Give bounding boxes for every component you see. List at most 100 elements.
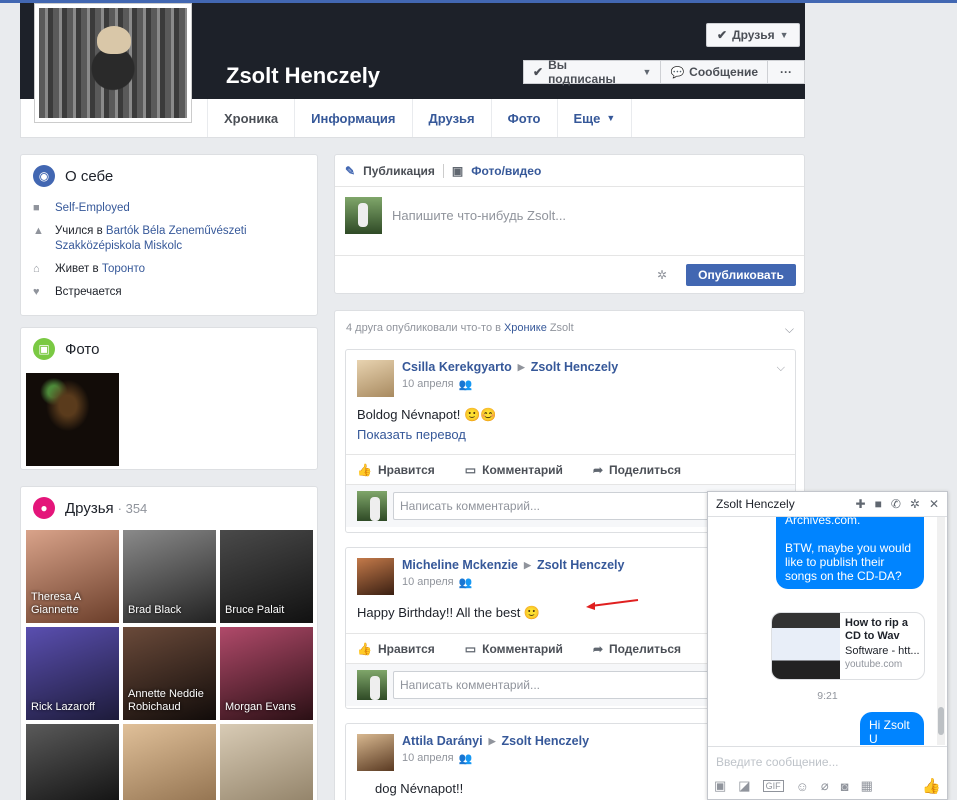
like-button[interactable]: 👍 Нравится — [357, 642, 435, 656]
gif-icon[interactable]: GIF — [762, 780, 784, 792]
post-target[interactable]: Zsolt Henczely — [531, 360, 619, 374]
friend-tile[interactable] — [220, 724, 313, 800]
profile-picture[interactable] — [34, 3, 192, 123]
friends-audience-icon: 👥 — [458, 753, 473, 765]
about-location: ⌂ Живет в Торонто — [33, 262, 305, 277]
share-button[interactable]: ➦ Поделиться — [593, 463, 681, 477]
composer-input[interactable]: Напишите что-нибудь Zsolt... — [392, 208, 566, 223]
chat-title[interactable]: Zsolt Henczely — [716, 497, 856, 511]
video-call-icon[interactable]: ■ — [875, 497, 882, 511]
avatar[interactable] — [357, 734, 394, 771]
about-relationship: ♥ Встречается — [33, 285, 305, 300]
post-author[interactable]: Attila Darányi — [402, 734, 483, 748]
like-button[interactable]: 👍 Нравится — [357, 463, 435, 477]
phone-icon[interactable]: ✆ — [891, 497, 901, 511]
friend-name: Morgan Evans — [225, 701, 296, 713]
image-icon[interactable]: ▣ — [714, 778, 726, 794]
post-target[interactable]: Zsolt Henczely — [537, 558, 625, 572]
message-text: Archives.com. — [785, 517, 861, 527]
composer-tab-photo[interactable]: Фото/видео — [471, 164, 541, 178]
photos-title[interactable]: Фото — [65, 341, 99, 358]
profile-actions: ✔ Вы подписаны ▼ 💬 Сообщение ··· — [523, 58, 805, 86]
comment-label: Комментарий — [482, 641, 563, 656]
friend-tile[interactable]: Morgan Evans — [220, 627, 313, 720]
like-label: Нравится — [377, 641, 435, 656]
avatar[interactable] — [357, 558, 394, 595]
gear-icon[interactable]: ✲ — [910, 497, 920, 511]
comment-button[interactable]: ▭ Комментарий — [465, 642, 563, 656]
photo-thumbnail[interactable] — [26, 373, 119, 466]
camera-icon[interactable]: ◙ — [841, 779, 849, 794]
share-label: Поделиться — [609, 462, 682, 477]
chat-scrollbar[interactable] — [937, 517, 945, 745]
post-author[interactable]: Csilla Kerekgyarto — [402, 360, 512, 374]
comment-placeholder: Написать комментарий... — [400, 499, 541, 513]
share-button[interactable]: ➦ Поделиться — [593, 642, 681, 656]
post-date[interactable]: 10 апреля — [402, 752, 454, 765]
friends-title[interactable]: Друзья — [65, 500, 114, 517]
friend-tile[interactable] — [123, 724, 216, 800]
friends-button[interactable]: ✔ Друзья ▼ — [706, 23, 800, 47]
lives-prefix: Живет в — [55, 263, 99, 275]
link-preview-card[interactable]: How to rip a CD to Wav Software - htt...… — [771, 612, 925, 680]
calendar-icon[interactable]: ▦ — [861, 778, 873, 794]
about-education: ▲ Учился в Bartók Béla Zeneművészeti Sza… — [33, 224, 305, 254]
following-button-label: Вы подписаны — [548, 58, 616, 86]
emoji-icon[interactable]: ☺ — [796, 779, 809, 794]
tab-photos[interactable]: Фото — [490, 99, 557, 137]
friend-tile[interactable]: Brad Black — [123, 530, 216, 623]
chat-messages: Archives.com. BTW, maybe you would like … — [708, 517, 947, 745]
tab-label: Информация — [311, 110, 396, 126]
friend-tile[interactable]: Bruce Palait — [220, 530, 313, 623]
friend-tile[interactable]: Theresa A Giannette — [26, 530, 119, 623]
publish-button[interactable]: Опубликовать — [686, 264, 796, 286]
avatar[interactable] — [357, 360, 394, 397]
thumbs-up-icon: 👍 — [357, 462, 372, 477]
chat-window: Zsolt Henczely ✚ ■ ✆ ✲ ✕ Archives.com. B… — [707, 491, 948, 800]
add-icon[interactable]: ✚ — [856, 497, 866, 511]
friend-tile[interactable] — [26, 724, 119, 800]
post-date[interactable]: 10 апреля — [402, 576, 454, 589]
bottom-text: dog Névnapot!! — [375, 781, 464, 796]
scroll-thumb[interactable] — [938, 707, 944, 735]
photo-icon: ▣ — [33, 338, 55, 360]
close-icon[interactable]: ✕ — [929, 497, 939, 511]
graduation-cap-icon: ▲ — [33, 225, 44, 237]
comment-icon: ▭ — [464, 462, 477, 477]
timeline-link[interactable]: Хронике — [504, 322, 547, 334]
attachment-icon[interactable]: ⌀ — [821, 778, 829, 794]
more-button[interactable]: ··· — [768, 60, 805, 84]
friends-audience-icon: 👥 — [458, 379, 473, 391]
post-date[interactable]: 10 апреля — [402, 378, 454, 391]
following-button[interactable]: ✔ Вы подписаны ▼ — [523, 58, 662, 86]
friend-tile[interactable]: Rick Lazaroff — [26, 627, 119, 720]
chat-message-input[interactable]: Введите сообщение... — [708, 746, 947, 772]
friends-count: · 354 — [117, 500, 148, 516]
work-link[interactable]: Self-Employed — [55, 201, 130, 216]
post-target[interactable]: Zsolt Henczely — [502, 734, 590, 748]
tab-friends[interactable]: Друзья — [411, 99, 491, 137]
comment-button[interactable]: ▭ Комментарий — [465, 463, 563, 477]
chevron-down-icon[interactable]: ⌵ — [785, 322, 794, 337]
annotation-arrow-icon — [586, 599, 639, 610]
globe-icon: ◉ — [33, 165, 55, 187]
timeline-header-text: 4 друга опубликовали что-то в — [346, 322, 501, 334]
like-label: Нравится — [377, 462, 435, 477]
city-link[interactable]: Торонто — [102, 263, 145, 275]
gear-icon[interactable]: ✲ — [657, 268, 667, 282]
post-text: Boldog Névnapot! 🙂😊 — [357, 407, 497, 422]
tab-timeline[interactable]: Хроника — [207, 99, 294, 137]
chevron-down-icon[interactable]: ⌵ — [777, 362, 785, 375]
post-author[interactable]: Micheline Mckenzie — [402, 558, 518, 572]
about-card: ◉ О себе ■ Self-Employed ▲ Учился в Bart… — [20, 154, 318, 316]
sticker-icon[interactable]: ◪ — [738, 778, 750, 794]
friend-tile[interactable]: Annette Neddie Robichaud — [123, 627, 216, 720]
tab-info[interactable]: Информация — [294, 99, 411, 137]
composer-tab-post[interactable]: Публикация — [363, 164, 435, 178]
thumbs-up-icon[interactable]: 👍 — [922, 777, 941, 795]
profile-name[interactable]: Zsolt Henczely — [226, 63, 380, 89]
translate-link[interactable]: Показать перевод — [346, 423, 795, 442]
relationship-status: Встречается — [55, 286, 122, 298]
message-button[interactable]: 💬 Сообщение — [661, 60, 768, 84]
tab-more[interactable]: Еще ▼ — [556, 99, 633, 137]
